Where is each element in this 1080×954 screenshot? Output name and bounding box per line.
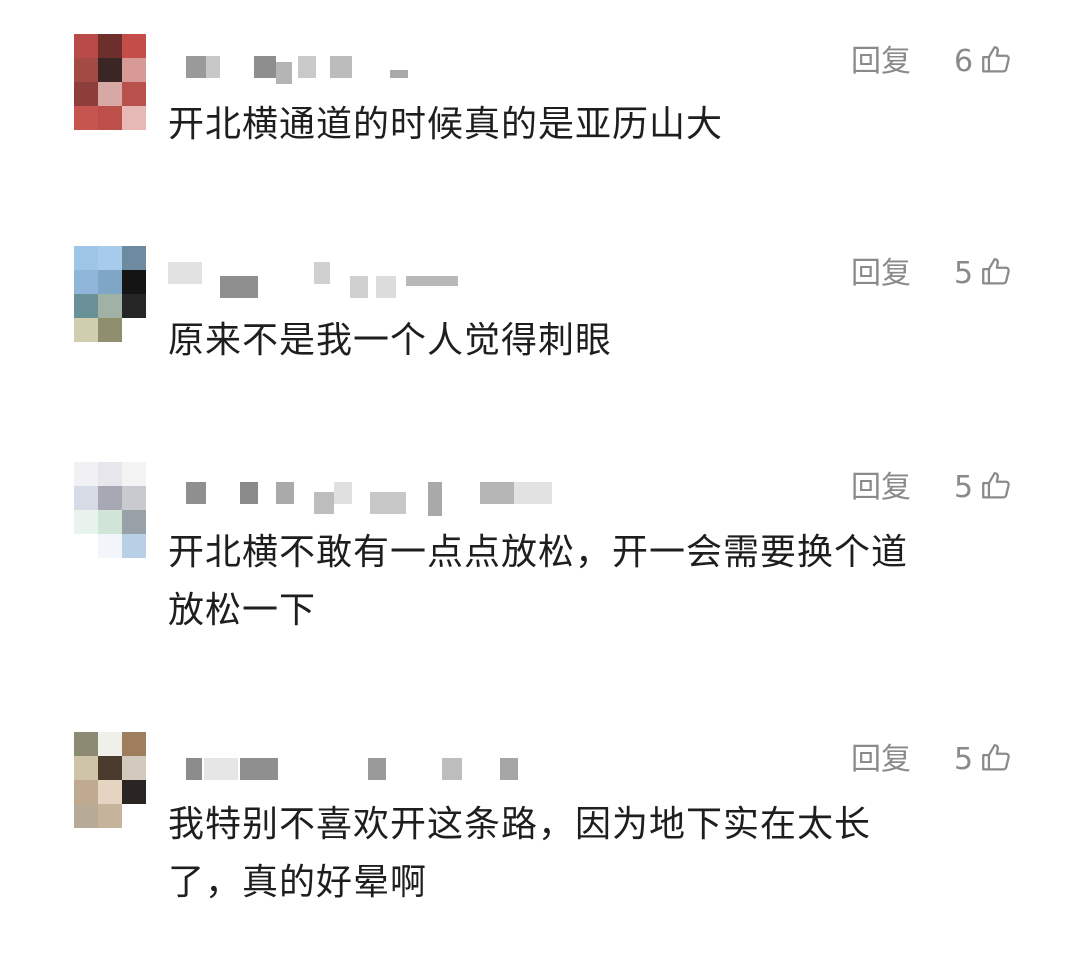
reply-button[interactable]: 回复 [851,256,911,292]
like-count: 6 [954,44,974,79]
thumbs-up-icon [979,741,1013,779]
comment-text: 开北横不敢有一点点放松，开一会需要换个道 放松一下 [168,532,909,631]
thumbs-up-icon [979,469,1013,507]
username-blurred[interactable] [168,478,588,516]
username-blurred[interactable] [168,52,588,84]
like-button[interactable]: 5 [954,470,1013,506]
like-button[interactable]: 5 [954,256,1013,292]
like-count: 5 [954,742,974,777]
avatar[interactable] [74,246,146,342]
comment-text: 我特别不喜欢开这条路，因为地下实在太长 了，真的好晕啊 [168,804,872,903]
comment-text: 原来不是我一个人觉得刺眼 [168,320,613,361]
like-button[interactable]: 5 [954,742,1013,778]
thumbs-up-icon [979,43,1013,81]
reply-button[interactable]: 回复 [851,470,911,506]
avatar[interactable] [74,732,146,828]
like-count: 5 [954,470,974,505]
thumbs-up-icon [979,255,1013,293]
avatar[interactable] [74,462,146,558]
avatar[interactable] [74,34,146,130]
reply-button[interactable]: 回复 [851,742,911,778]
reply-button[interactable]: 回复 [851,44,911,80]
like-button[interactable]: 6 [954,44,1013,80]
like-count: 5 [954,256,974,291]
comment-text: 开北横通道的时候真的是亚历山大 [168,104,724,145]
username-blurred[interactable] [168,262,588,298]
username-blurred[interactable] [168,752,588,782]
